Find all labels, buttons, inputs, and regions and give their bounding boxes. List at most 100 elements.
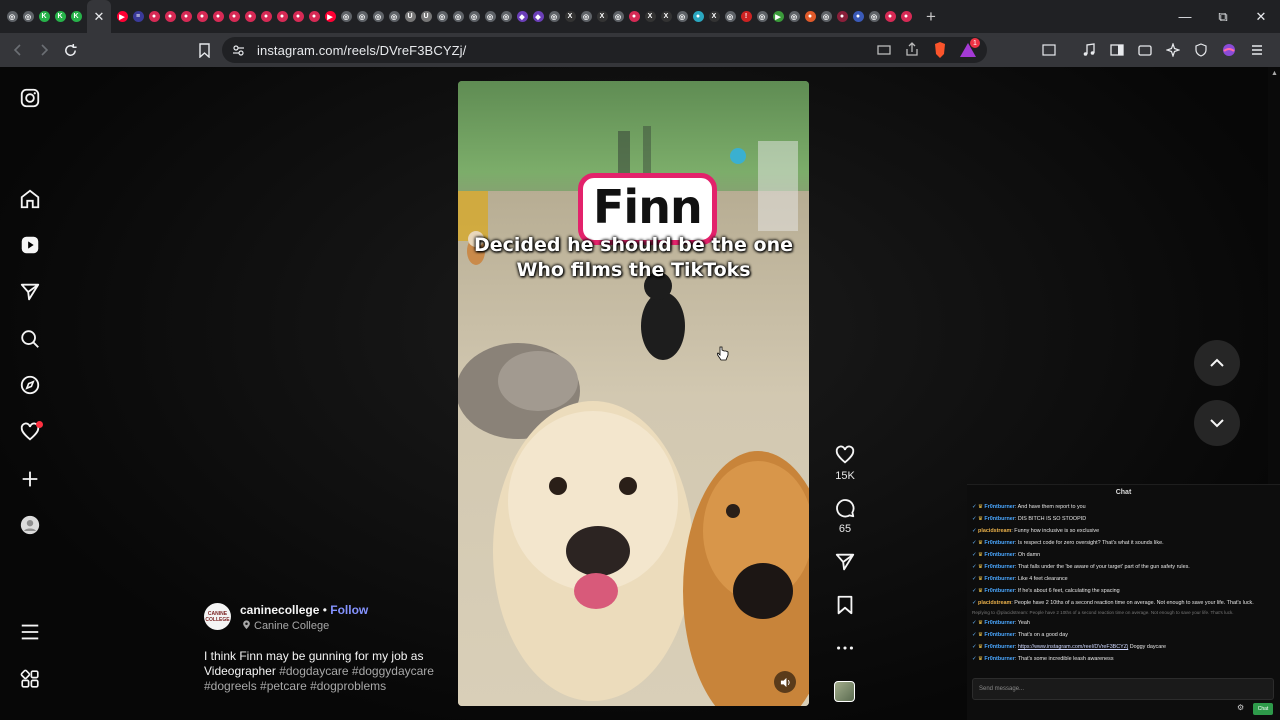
- address-bar[interactable]: instagram.com/reels/DVreF3BCYZj/ 1: [222, 37, 987, 63]
- chat-username[interactable]: Fr0ntburner: [984, 540, 1015, 546]
- chat-username[interactable]: Fr0ntburner: [984, 656, 1015, 662]
- browser-tab[interactable]: K: [52, 0, 68, 33]
- browser-tab[interactable]: ●: [850, 0, 866, 33]
- browser-tab[interactable]: ◎: [546, 0, 562, 33]
- next-reel-button[interactable]: [1194, 400, 1240, 446]
- close-tab-icon[interactable]: ✕: [94, 9, 105, 25]
- browser-tab[interactable]: ●: [802, 0, 818, 33]
- sidebar-toggle-button[interactable]: [1104, 37, 1130, 63]
- location-line[interactable]: Canine College: [242, 620, 329, 632]
- url-text[interactable]: instagram.com/reels/DVreF3BCYZj/: [257, 43, 466, 58]
- site-info-icon[interactable]: [232, 44, 245, 57]
- reload-button[interactable]: [57, 37, 83, 63]
- reel-video[interactable]: Finn Decided he should be the one Who fi…: [458, 81, 809, 706]
- profile-button[interactable]: [1216, 37, 1242, 63]
- browser-tab[interactable]: X: [642, 0, 658, 33]
- save-action[interactable]: [830, 594, 860, 616]
- browser-tab[interactable]: ◎: [578, 0, 594, 33]
- sidebar-item-reels[interactable]: [17, 232, 43, 258]
- sidebar-item-search[interactable]: [17, 326, 43, 352]
- scroll-up-arrow-icon[interactable]: ▲: [1271, 70, 1278, 78]
- browser-tab[interactable]: ●: [242, 0, 258, 33]
- browser-tab[interactable]: ▶: [770, 0, 786, 33]
- vpn-button[interactable]: [1188, 37, 1214, 63]
- browser-tab[interactable]: ◎: [20, 0, 36, 33]
- share-icon[interactable]: [901, 39, 923, 61]
- minimize-button[interactable]: —: [1166, 0, 1204, 33]
- browser-tab[interactable]: ◎: [498, 0, 514, 33]
- media-button[interactable]: [1076, 37, 1102, 63]
- browser-tab[interactable]: X: [562, 0, 578, 33]
- browser-tab[interactable]: !: [738, 0, 754, 33]
- browser-tab[interactable]: ◎: [386, 0, 402, 33]
- restore-button[interactable]: ⧉: [1204, 0, 1242, 33]
- browser-tab[interactable]: ◎: [354, 0, 370, 33]
- chat-username[interactable]: Fr0ntburner: [984, 516, 1015, 522]
- browser-tab[interactable]: ●: [162, 0, 178, 33]
- browser-tab[interactable]: ●: [882, 0, 898, 33]
- sidebar-item-create[interactable]: [17, 466, 43, 492]
- browser-tab[interactable]: ●: [834, 0, 850, 33]
- tab-search-button[interactable]: [1036, 37, 1062, 63]
- chat-username[interactable]: Fr0ntburner: [984, 644, 1015, 650]
- browser-tab[interactable]: ●: [258, 0, 274, 33]
- browser-tab[interactable]: ◎: [466, 0, 482, 33]
- chat-username[interactable]: placidstream: [978, 528, 1011, 534]
- instagram-logo-button[interactable]: [17, 85, 43, 111]
- sidebar-item-also-from-meta[interactable]: [17, 666, 43, 692]
- chat-link[interactable]: https://www.instagram.com/reel/DVreF3BCY…: [1018, 644, 1128, 650]
- sidebar-item-explore[interactable]: [17, 372, 43, 398]
- browser-tab[interactable]: ◎: [482, 0, 498, 33]
- browser-tab[interactable]: ●: [194, 0, 210, 33]
- like-heart-icon[interactable]: [834, 444, 856, 466]
- browser-tab[interactable]: U: [402, 0, 418, 33]
- browser-tab[interactable]: ◎: [610, 0, 626, 33]
- more-options-action[interactable]: [830, 637, 860, 659]
- browser-tab[interactable]: ●: [226, 0, 242, 33]
- forward-button[interactable]: [31, 37, 57, 63]
- browser-tab[interactable]: ●: [210, 0, 226, 33]
- browser-tab[interactable]: X: [706, 0, 722, 33]
- bookmark-button[interactable]: [191, 37, 217, 63]
- browser-tab[interactable]: ◎: [4, 0, 20, 33]
- chat-username[interactable]: placidstream: [978, 600, 1011, 606]
- original-audio-thumbnail[interactable]: [834, 681, 855, 702]
- previous-reel-button[interactable]: [1194, 340, 1240, 386]
- account-avatar[interactable]: CANINE COLLEGE: [204, 603, 231, 630]
- browser-tab[interactable]: ●: [626, 0, 642, 33]
- browser-tab[interactable]: ◎: [786, 0, 802, 33]
- browser-tab[interactable]: ▶: [322, 0, 338, 33]
- sidebar-item-messages[interactable]: [17, 279, 43, 305]
- browser-tab[interactable]: ≡: [130, 0, 146, 33]
- browser-tab[interactable]: X: [658, 0, 674, 33]
- browser-tab[interactable]: ●: [146, 0, 162, 33]
- brave-shield-icon[interactable]: [929, 39, 951, 61]
- chat-settings-gear-icon[interactable]: ⚙: [1237, 703, 1244, 712]
- browser-tab[interactable]: ●: [290, 0, 306, 33]
- browser-tab[interactable]: ◎: [866, 0, 882, 33]
- brave-rewards-button[interactable]: 1: [957, 38, 980, 66]
- browser-tab[interactable]: ●: [306, 0, 322, 33]
- browser-tab[interactable]: ◎: [370, 0, 386, 33]
- browser-tab[interactable]: K: [36, 0, 52, 33]
- browser-tab[interactable]: ◎: [722, 0, 738, 33]
- active-tab[interactable]: ✕: [87, 0, 111, 33]
- wallet-button[interactable]: [1132, 37, 1158, 63]
- browser-tab[interactable]: ●: [898, 0, 914, 33]
- sidebar-item-profile[interactable]: [17, 512, 43, 538]
- chat-username[interactable]: Fr0ntburner: [984, 552, 1015, 558]
- chat-send-button[interactable]: Chat: [1253, 703, 1273, 715]
- username-link[interactable]: caninecollege: [240, 603, 319, 617]
- back-button[interactable]: [5, 37, 31, 63]
- sidebar-item-more[interactable]: [17, 619, 43, 645]
- chat-username[interactable]: Fr0ntburner: [984, 564, 1015, 570]
- chat-username[interactable]: Fr0ntburner: [984, 576, 1015, 582]
- browser-tab[interactable]: ●: [690, 0, 706, 33]
- browser-tab[interactable]: ●: [178, 0, 194, 33]
- chat-input[interactable]: Send message...: [972, 678, 1274, 700]
- close-window-button[interactable]: ✕: [1242, 0, 1280, 33]
- mute-button[interactable]: [774, 671, 796, 693]
- browser-tab[interactable]: ◎: [754, 0, 770, 33]
- new-tab-button[interactable]: +: [920, 6, 942, 28]
- menu-button[interactable]: [1244, 37, 1270, 63]
